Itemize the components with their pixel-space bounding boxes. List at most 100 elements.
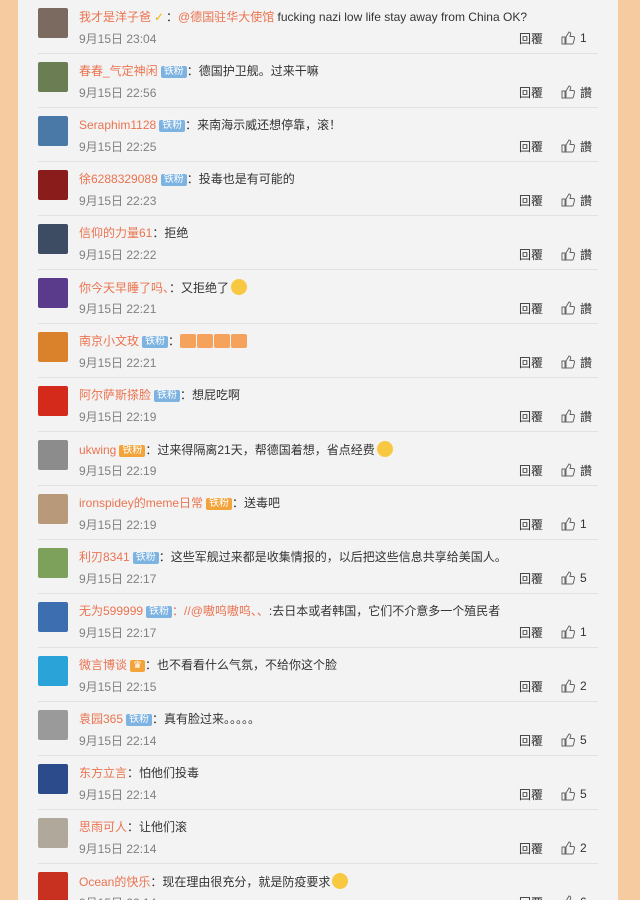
avatar[interactable] — [38, 116, 68, 146]
avatar[interactable] — [38, 872, 68, 900]
thumbs-up-icon[interactable] — [561, 625, 576, 639]
avatar[interactable] — [38, 224, 68, 254]
timestamp: 9月15日 22:19 — [79, 518, 157, 532]
like-count[interactable]: 2 — [580, 679, 598, 693]
avatar[interactable] — [38, 656, 68, 686]
thumbs-up-icon[interactable] — [561, 571, 576, 585]
like-count[interactable]: 5 — [580, 733, 598, 747]
thumbs-up-icon[interactable] — [561, 841, 576, 855]
avatar[interactable] — [38, 710, 68, 740]
timestamp: 9月15日 22:17 — [79, 626, 157, 640]
username-link[interactable]: 微言博谈 — [79, 658, 127, 672]
username-link[interactable]: 东方立言 — [79, 766, 127, 780]
username-link[interactable]: 无为599999 — [79, 604, 143, 618]
thumbs-up-icon[interactable] — [561, 355, 576, 369]
thumbs-up-icon[interactable] — [561, 409, 576, 423]
avatar[interactable] — [38, 602, 68, 632]
fan-badge: 铁粉 — [154, 390, 181, 402]
reply-button[interactable]: 回覆 — [519, 192, 543, 209]
avatar[interactable] — [38, 332, 68, 362]
avatar[interactable] — [38, 386, 68, 416]
username-link[interactable]: 阿尔萨斯搽脸 — [79, 388, 151, 402]
thumbs-up-icon[interactable] — [561, 193, 576, 207]
reply-button[interactable]: 回覆 — [519, 570, 543, 587]
reply-button[interactable]: 回覆 — [519, 246, 543, 263]
reply-button[interactable]: 回覆 — [519, 516, 543, 533]
avatar[interactable] — [38, 818, 68, 848]
thumbs-up-icon[interactable] — [561, 895, 575, 900]
username-link[interactable]: ukwing — [79, 443, 116, 457]
like-count[interactable]: 讚 — [580, 462, 598, 479]
avatar[interactable] — [38, 8, 68, 38]
like-count[interactable]: 6 — [580, 895, 598, 900]
comment-text: ：送毒吧 — [232, 496, 281, 510]
username-link[interactable]: 徐6288329089 — [79, 172, 158, 186]
username-link[interactable]: 春春_气定神闲 — [79, 64, 158, 78]
thumbs-up-icon[interactable] — [561, 31, 576, 45]
thumbs-up-icon[interactable] — [561, 517, 576, 531]
fan-badge: 铁粉 — [206, 498, 233, 510]
reply-button[interactable]: 回覆 — [519, 678, 543, 695]
reply-button[interactable]: 回覆 — [519, 840, 543, 857]
like-count[interactable]: 1 — [580, 625, 598, 639]
fan-badge: 铁粉 — [126, 714, 153, 726]
reply-button[interactable]: 回覆 — [519, 138, 543, 155]
like-count[interactable]: 讚 — [580, 138, 598, 155]
avatar[interactable] — [38, 62, 68, 92]
reply-button[interactable]: 回覆 — [519, 624, 543, 641]
comment-text: ：又拒绝了 — [169, 281, 230, 295]
avatar[interactable] — [38, 278, 68, 308]
mention-link[interactable]: ：//@嗷呜嗷呜、、 — [172, 604, 269, 618]
avatar[interactable] — [38, 548, 68, 578]
thumbs-up-icon[interactable] — [561, 247, 576, 261]
comment-body: 信仰的力量61：拒绝 — [79, 225, 598, 241]
like-count[interactable]: 1 — [580, 517, 598, 531]
username-link[interactable]: 南京小文玫 — [79, 334, 139, 348]
avatar[interactable] — [38, 764, 68, 794]
comment-body: 你今天早睡了吗、：又拒绝了 — [79, 279, 598, 296]
comment-actions: 回覆 讚 — [519, 246, 598, 262]
reply-button[interactable]: 回覆 — [519, 30, 543, 47]
like-count[interactable]: 讚 — [580, 246, 598, 263]
username-link[interactable]: Seraphim1128 — [79, 118, 156, 132]
comment-item: Ocean的快乐：现在理由很充分，就是防疫要求 9月15日 22:14 回覆 6 — [38, 864, 598, 900]
like-count[interactable]: 讚 — [580, 354, 598, 371]
username-link[interactable]: 我才是洋子爸 — [79, 10, 151, 24]
username-link[interactable]: 信仰的力量61 — [79, 226, 152, 240]
like-count[interactable]: 讚 — [580, 192, 598, 209]
like-count[interactable]: 讚 — [580, 408, 598, 425]
avatar[interactable] — [38, 170, 68, 200]
reply-button[interactable]: 回覆 — [519, 300, 543, 317]
username-link[interactable]: 思雨可人 — [79, 820, 127, 834]
like-count[interactable]: 2 — [580, 841, 598, 855]
like-count[interactable]: 讚 — [580, 300, 598, 317]
username-link[interactable]: ironspidey的meme日常 — [79, 496, 203, 510]
username-link[interactable]: Ocean的快乐 — [79, 875, 150, 889]
reply-button[interactable]: 回覆 — [519, 408, 543, 425]
mention-link[interactable]: @德国驻华大使馆 — [178, 10, 274, 24]
thumbs-up-icon[interactable] — [561, 463, 576, 477]
like-count[interactable]: 1 — [580, 31, 598, 45]
username-link[interactable]: 你今天早睡了吗、 — [79, 281, 169, 295]
reply-button[interactable]: 回覆 — [519, 462, 543, 479]
thumbs-up-icon[interactable] — [561, 733, 576, 747]
reply-button[interactable]: 回覆 — [519, 354, 543, 371]
fan-badge: 铁粉 — [119, 445, 146, 457]
avatar[interactable] — [38, 440, 68, 470]
reply-button[interactable]: 回覆 — [519, 894, 543, 900]
thumbs-up-icon[interactable] — [561, 139, 576, 153]
reply-button[interactable]: 回覆 — [519, 732, 543, 749]
thumbs-up-icon[interactable] — [561, 787, 576, 801]
avatar[interactable] — [38, 494, 68, 524]
username-link[interactable]: 袁园365 — [79, 712, 123, 726]
like-count[interactable]: 5 — [580, 571, 598, 585]
reply-button[interactable]: 回覆 — [519, 84, 543, 101]
reply-button[interactable]: 回覆 — [519, 786, 543, 803]
thumbs-up-icon[interactable] — [561, 679, 576, 693]
emoji-icon — [376, 441, 393, 457]
like-count[interactable]: 讚 — [580, 84, 598, 101]
username-link[interactable]: 利刃8341 — [79, 550, 130, 564]
thumbs-up-icon[interactable] — [561, 301, 576, 315]
thumbs-up-icon[interactable] — [561, 85, 576, 99]
like-count[interactable]: 5 — [580, 787, 598, 801]
